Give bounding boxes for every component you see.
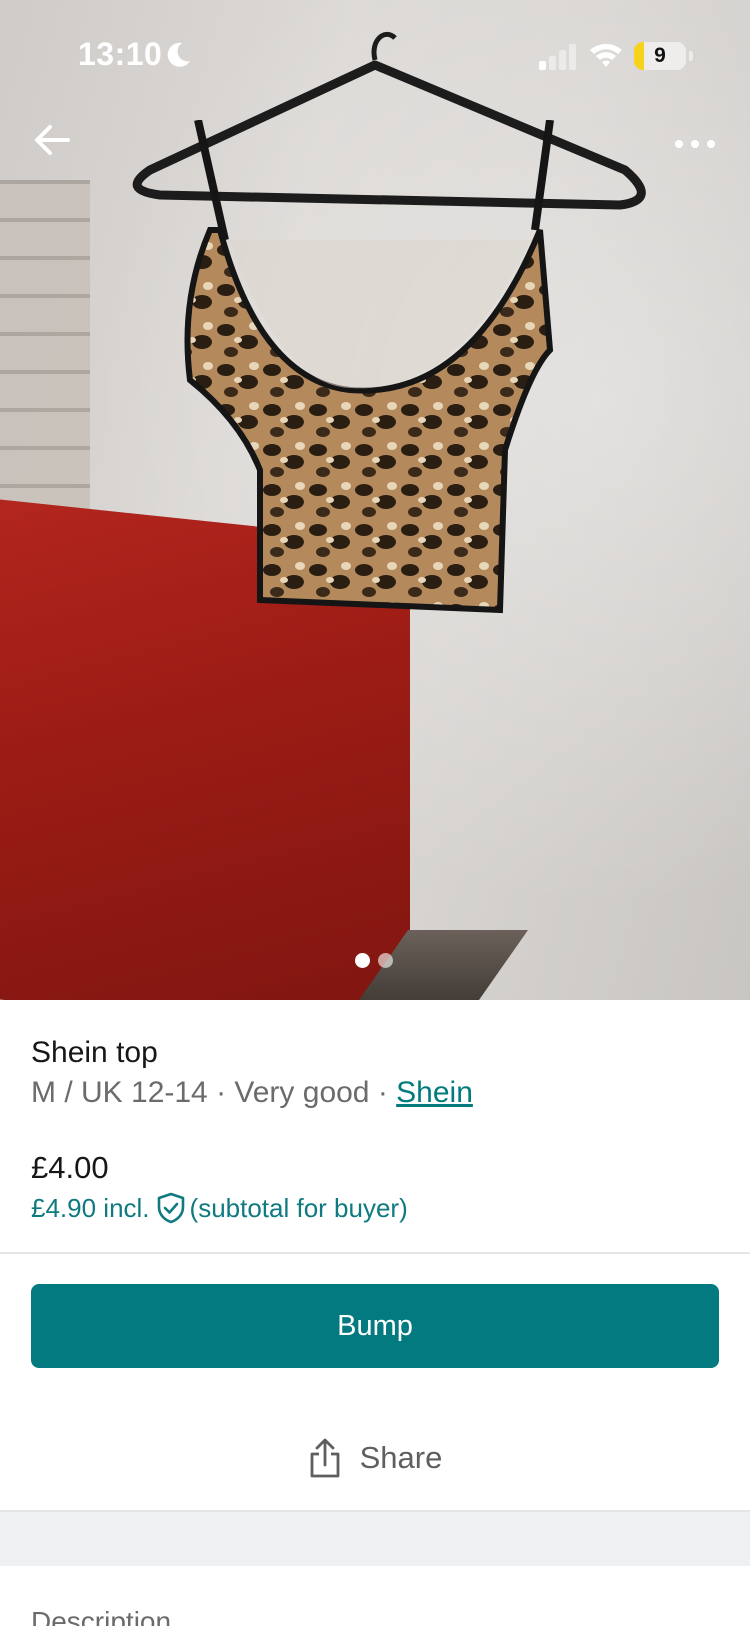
price-incl-note: (subtotal for buyer): [189, 1192, 408, 1223]
brand-link[interactable]: Shein: [396, 1076, 473, 1109]
description-heading: Description: [31, 1606, 172, 1626]
divider: [0, 1252, 750, 1254]
pager-dot[interactable]: [378, 953, 393, 968]
wifi-icon: [590, 43, 622, 67]
cellular-signal-icon: [539, 44, 576, 70]
price-incl: £4.90 incl.: [31, 1192, 150, 1223]
more-horizontal-icon[interactable]: [670, 122, 720, 162]
pager-dot-active[interactable]: [355, 953, 370, 968]
share-label: Share: [359, 1440, 443, 1475]
status-bar: 13:10 9: [0, 0, 750, 110]
item-price: £4.00: [31, 1150, 109, 1185]
item-size-condition: M / UK 12-14 · Very good ·: [31, 1076, 397, 1109]
product-photo[interactable]: [0, 0, 750, 1000]
bump-button[interactable]: Bump: [31, 1284, 719, 1368]
section-separator: [0, 1512, 750, 1566]
buyer-price-info[interactable]: £4.90 incl. (subtotal for buyer): [31, 1192, 408, 1224]
battery-percent: 9: [654, 44, 666, 67]
item-title: Shein top: [31, 1036, 158, 1069]
moon-icon: [167, 42, 190, 67]
battery-tip: [689, 51, 693, 61]
arrow-left-icon[interactable]: [28, 116, 76, 164]
buyer-protection-shield-icon[interactable]: [156, 1192, 186, 1224]
status-time: 13:10: [78, 36, 163, 72]
item-meta: M / UK 12-14 · Very good · Shein: [31, 1076, 473, 1110]
gallery-pager[interactable]: [355, 953, 399, 969]
garment-graphic: [184, 120, 554, 614]
share-button[interactable]: Share: [0, 1428, 750, 1488]
share-icon: [310, 1438, 340, 1478]
battery-indicator: 9: [634, 42, 686, 70]
